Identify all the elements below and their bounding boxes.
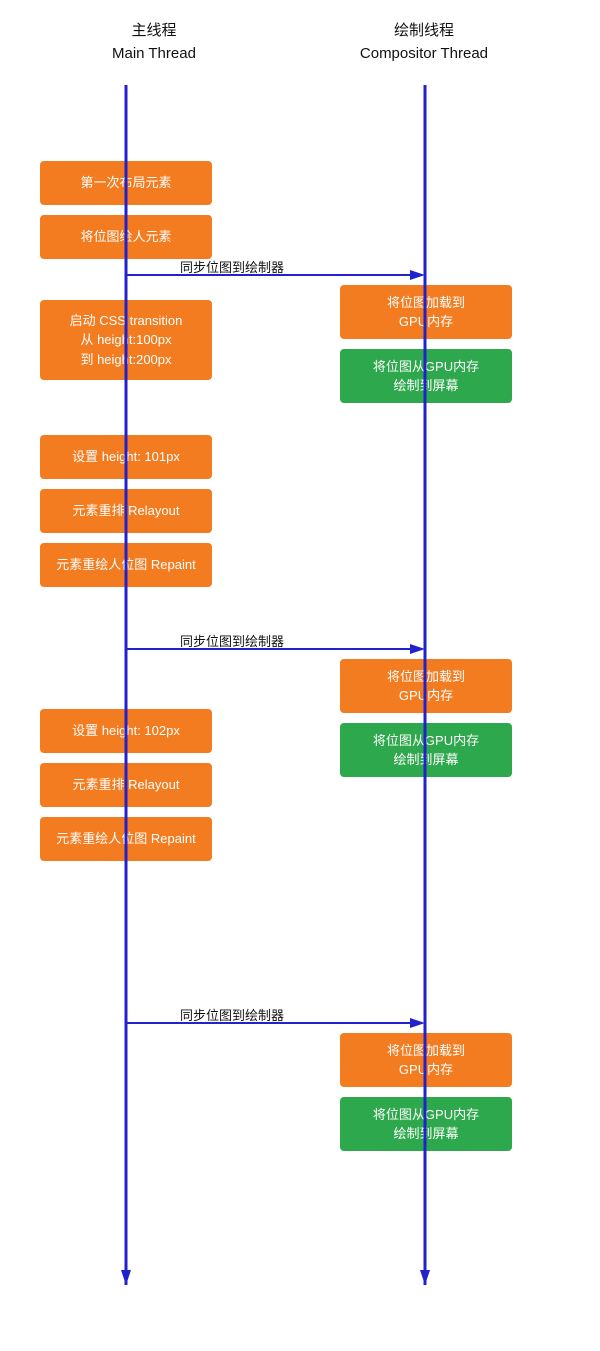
main-thread-en: Main Thread xyxy=(112,43,196,66)
main-block-8: 元素重排 Relayout xyxy=(40,763,212,807)
main-thread-header: 主线程 Main Thread xyxy=(112,20,196,65)
compositor-block-6: 将位图从GPU内存绘制到屏幕 xyxy=(340,1097,512,1151)
main-thread-zh: 主线程 xyxy=(112,20,196,43)
arrow-label-3: 同步位图到绘制器 xyxy=(180,1005,284,1024)
header-area: 主线程 Main Thread 绘制线程 Compositor Thread xyxy=(0,20,600,65)
compositor-block-4: 将位图从GPU内存绘制到屏幕 xyxy=(340,723,512,777)
compositor-thread-zh: 绘制线程 xyxy=(360,20,488,43)
arrow-label-1: 同步位图到绘制器 xyxy=(180,257,284,276)
main-block-6: 元素重绘人位图 Repaint xyxy=(40,543,212,587)
main-block-4: 设置 height: 101px xyxy=(40,435,212,479)
full-diagram: 同步位图到绘制器 同步位图到绘制器 同步位图到绘制器 第一次布局元素 将位图绘人… xyxy=(20,85,580,1285)
main-block-1: 第一次布局元素 xyxy=(40,161,212,205)
arrow-label-2: 同步位图到绘制器 xyxy=(180,631,284,650)
compositor-block-2: 将位图从GPU内存绘制到屏幕 xyxy=(340,349,512,403)
compositor-block-5: 将位图加载到GPU内存 xyxy=(340,1033,512,1087)
compositor-thread-en: Compositor Thread xyxy=(360,43,488,66)
main-block-7: 设置 height: 102px xyxy=(40,709,212,753)
main-block-9: 元素重绘人位图 Repaint xyxy=(40,817,212,861)
main-block-2: 将位图绘人元素 xyxy=(40,215,212,259)
diagram-container: 主线程 Main Thread 绘制线程 Compositor Thread xyxy=(0,0,600,1351)
main-block-5: 元素重排 Relayout xyxy=(40,489,212,533)
main-block-3: 启动 CSS transition从 height:100px到 height:… xyxy=(40,300,212,380)
compositor-block-3: 将位图加载到GPU内存 xyxy=(340,659,512,713)
compositor-thread-header: 绘制线程 Compositor Thread xyxy=(360,20,488,65)
compositor-block-1: 将位图加载到GPU内存 xyxy=(340,285,512,339)
